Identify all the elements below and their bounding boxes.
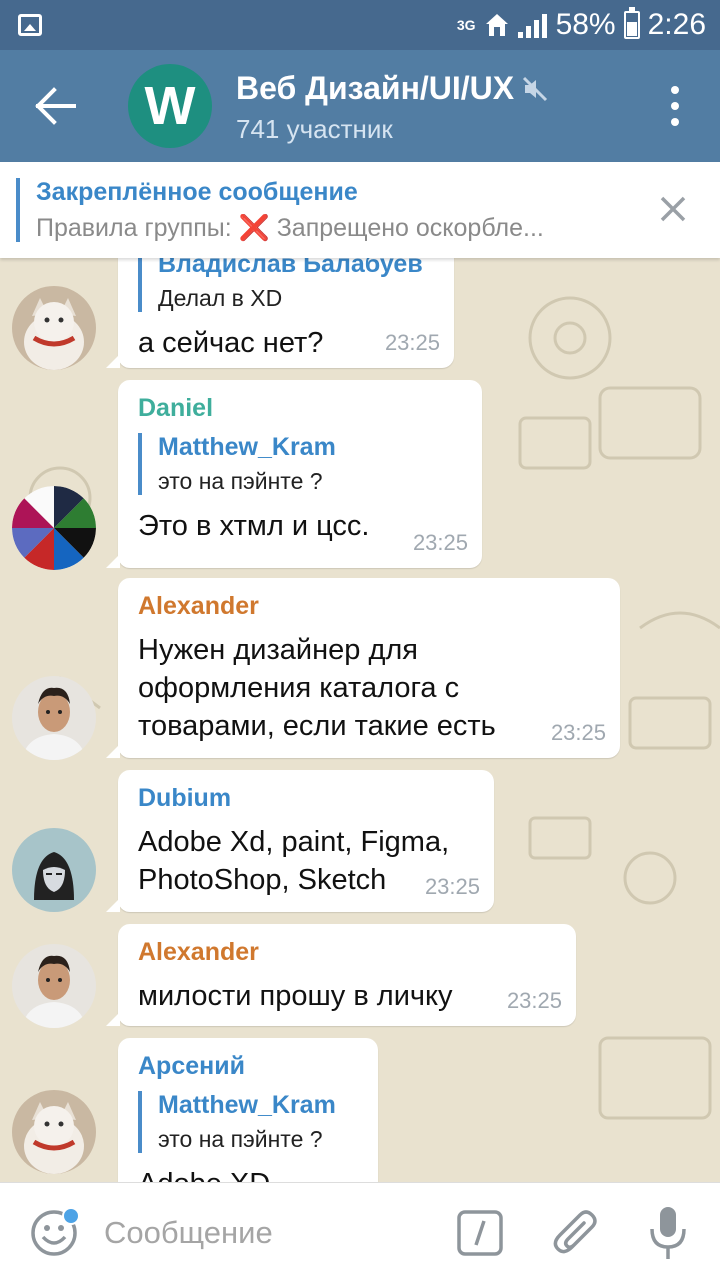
- message-time: 23:25: [384, 330, 440, 355]
- pinned-accent-bar: [16, 178, 20, 242]
- reply-quote[interactable]: Matthew_Kram это на пэйнте ?: [138, 1091, 358, 1153]
- microphone-icon[interactable]: [648, 1205, 688, 1261]
- chat-title[interactable]: Веб Дизайн/UI/UX: [236, 70, 548, 107]
- avatar-alexander[interactable]: [12, 944, 96, 1028]
- message-time: 23:25: [550, 720, 606, 745]
- back-arrow-icon[interactable]: [30, 86, 80, 126]
- home-icon: [485, 14, 508, 36]
- message-time: 23:25: [506, 988, 562, 1013]
- reply-text: это на пэйнте ?: [158, 468, 323, 494]
- more-menu-icon[interactable]: [670, 86, 680, 126]
- reply-author: Matthew_Kram: [158, 1091, 336, 1119]
- member-count: 741 участник: [236, 114, 393, 144]
- signal-icon: [517, 12, 548, 38]
- message-list[interactable]: Владислав Балабуев Делал в XD а сейчас н…: [0, 258, 720, 1182]
- sender-name[interactable]: Alexander: [138, 592, 600, 621]
- message-time: 23:25: [412, 530, 468, 555]
- message-bubble[interactable]: Dubium Adobe Xd, paint, Figma, PhotoShop…: [106, 770, 494, 912]
- message-text-line: оформления каталога с: [138, 672, 460, 704]
- reply-text: Делал в XD: [158, 285, 283, 311]
- avatar-cat[interactable]: [12, 1090, 96, 1174]
- network-type: 3G: [456, 17, 476, 33]
- avatar-cat[interactable]: [12, 286, 96, 370]
- message-text-line: Нужен дизайнер для: [138, 634, 418, 666]
- reply-quote[interactable]: Владислав Балабуев Делал в XD: [138, 258, 434, 312]
- message-input[interactable]: [104, 1211, 424, 1255]
- avatar-image: [12, 676, 96, 760]
- avatar-image: [12, 1090, 96, 1174]
- battery-icon: [623, 7, 640, 39]
- avatar-image: [12, 286, 96, 370]
- avatar-dubium[interactable]: [12, 828, 96, 912]
- chat-header: W Веб Дизайн/UI/UX 741 участник: [0, 50, 720, 162]
- message-bubble[interactable]: Владислав Балабуев Делал в XD а сейчас н…: [106, 258, 454, 368]
- sender-name[interactable]: Alexander: [138, 938, 556, 967]
- gallery-notification-icon: [18, 14, 42, 36]
- group-avatar-letter: W: [144, 76, 196, 136]
- message-bubble[interactable]: Daniel Matthew_Kram это на пэйнте ? Это …: [106, 380, 482, 568]
- message-text-line: товарами, если такие есть: [138, 710, 496, 742]
- bot-command-icon[interactable]: [456, 1209, 504, 1257]
- pinned-title: Закреплённое сообщение: [36, 178, 358, 206]
- reply-quote[interactable]: Matthew_Kram это на пэйнте ?: [138, 433, 462, 495]
- avatar-daniel[interactable]: [12, 486, 96, 570]
- message-text: Adobe XD: [138, 1165, 358, 1182]
- clock: 2:26: [647, 8, 706, 41]
- message-text: милости прошу в личку: [138, 980, 453, 1012]
- message-bubble[interactable]: Арсений Matthew_Kram это на пэйнте ? Ado…: [118, 1038, 378, 1182]
- emoji-new-indicator: [62, 1207, 80, 1225]
- reply-author: Владислав Балабуев: [158, 258, 423, 278]
- message-bubble[interactable]: Alexander Нужен дизайнер для оформления …: [106, 578, 620, 758]
- avatar-image: [12, 944, 96, 1028]
- reply-author: Matthew_Kram: [158, 433, 336, 461]
- pinned-text: Правила группы: ❌ Запрещено оскорбле...: [36, 214, 544, 242]
- attach-icon[interactable]: [552, 1207, 600, 1259]
- avatar-image: [12, 486, 96, 570]
- pinned-message[interactable]: Закреплённое сообщение Правила группы: ❌…: [0, 162, 720, 258]
- close-icon[interactable]: [658, 194, 688, 224]
- avatar-image: [12, 828, 96, 912]
- message-text-line: Adobe Xd, paint, Figma,: [138, 826, 450, 858]
- message-time: 23:25: [424, 874, 480, 899]
- sender-name[interactable]: Daniel: [138, 394, 462, 423]
- sender-name[interactable]: Dubium: [138, 784, 474, 813]
- message-text-line: PhotoShop, Sketch: [138, 864, 387, 896]
- message-bubble[interactable]: Alexander милости прошу в личку 23:25: [106, 924, 576, 1026]
- group-avatar[interactable]: W: [128, 64, 212, 148]
- muted-icon: [523, 76, 548, 101]
- reply-text: это на пэйнте ?: [158, 1126, 323, 1152]
- avatar-alexander[interactable]: [12, 676, 96, 760]
- message-composer: [0, 1182, 720, 1280]
- sender-name[interactable]: Арсений: [138, 1052, 358, 1081]
- chat-title-text: Веб Дизайн/UI/UX: [236, 70, 515, 106]
- battery-percent: 58%: [555, 8, 616, 41]
- status-bar: 3G 58% 2:26: [0, 0, 720, 50]
